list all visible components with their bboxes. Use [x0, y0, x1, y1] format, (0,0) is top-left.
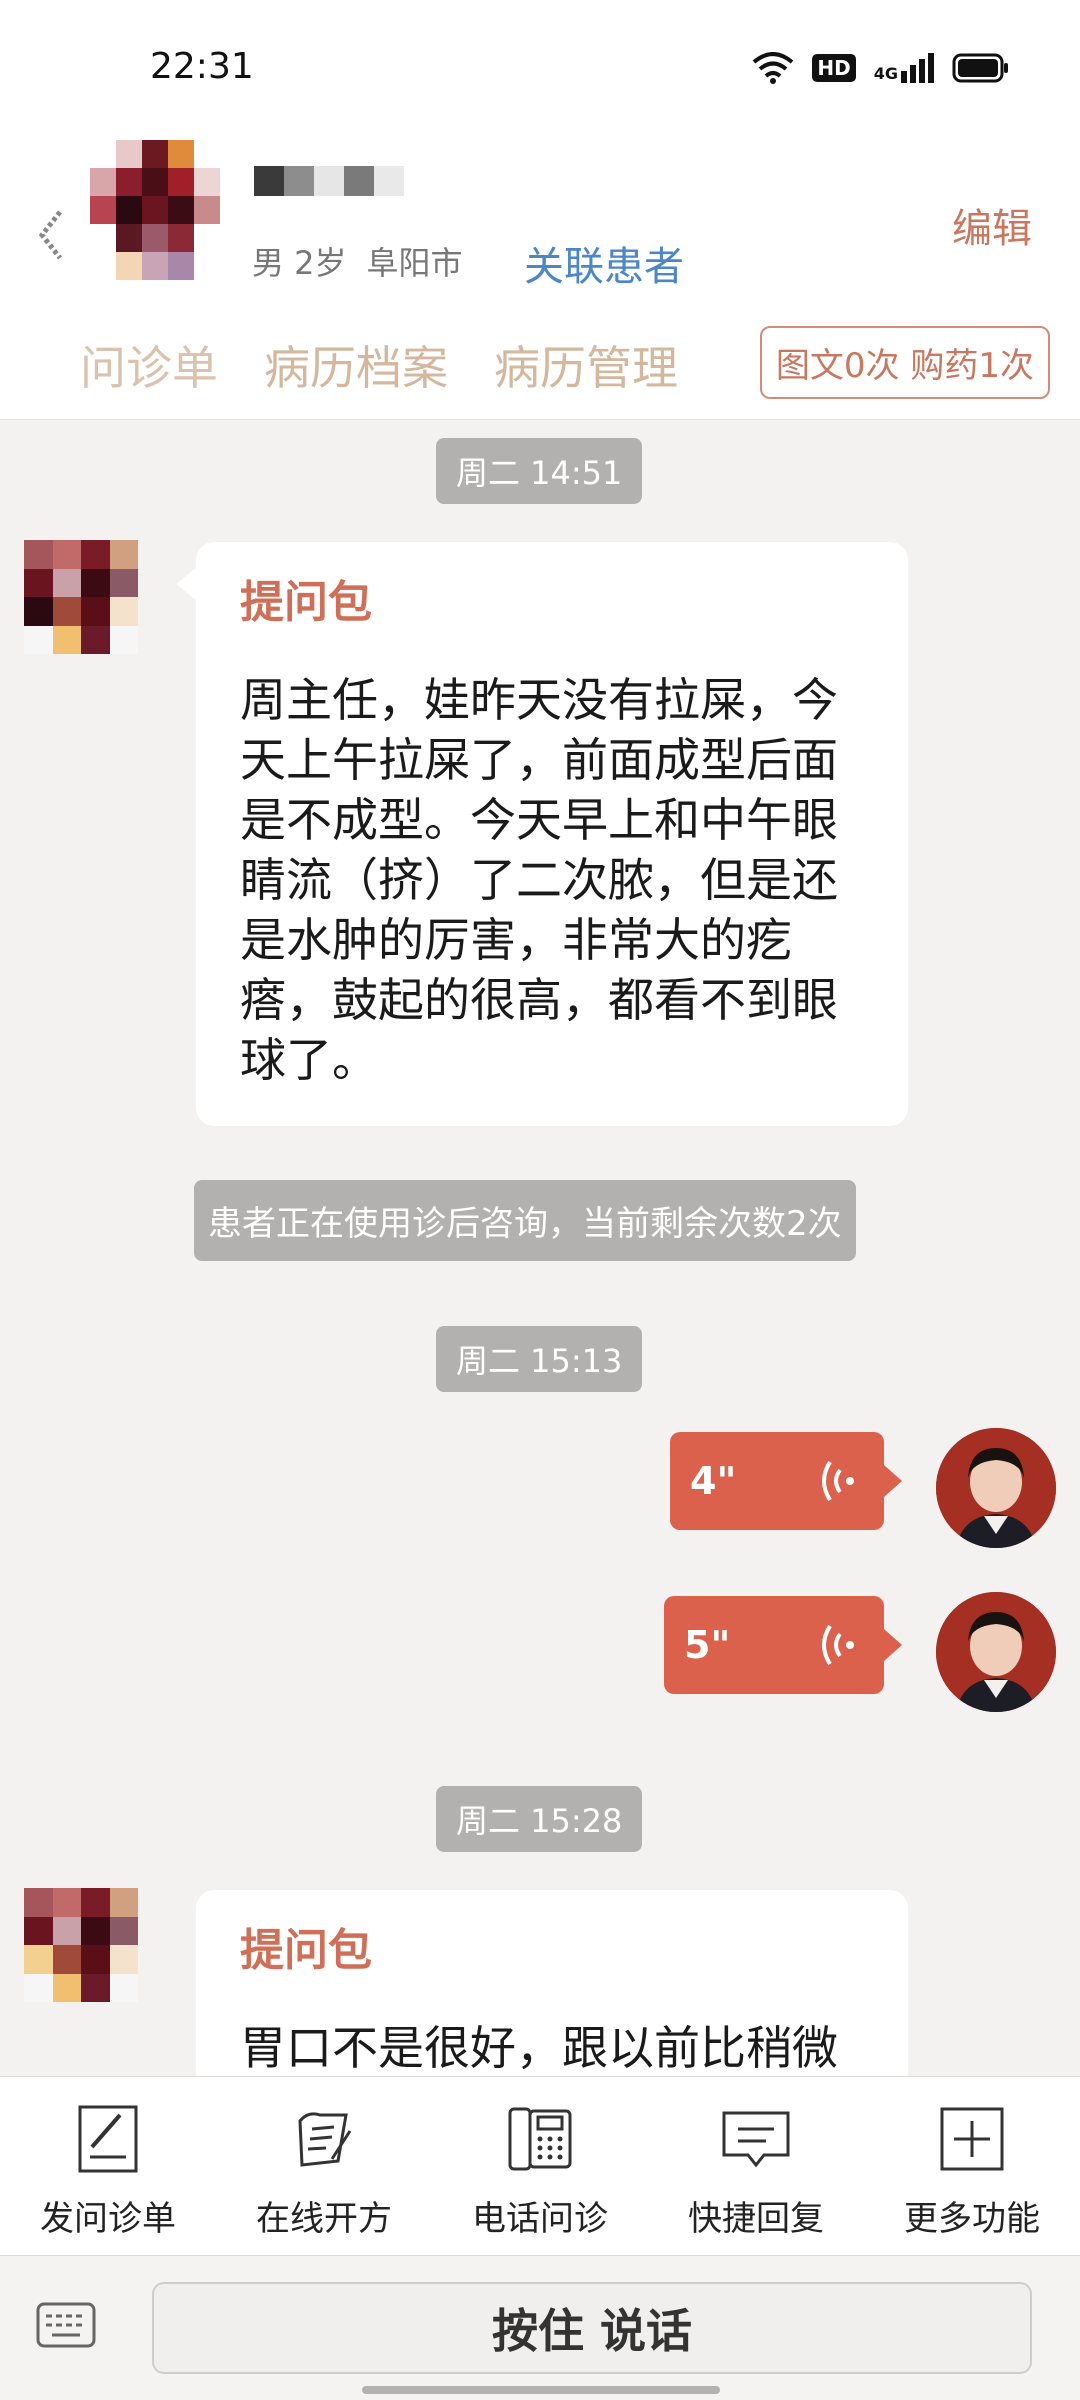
quick-reply-button[interactable]: 快捷回复: [648, 2077, 864, 2255]
voice-wave-icon: [822, 1460, 854, 1502]
keyboard-icon[interactable]: [36, 2302, 96, 2348]
doctor-avatar[interactable]: [936, 1428, 1056, 1548]
tool-label: 在线开方: [256, 2199, 392, 2239]
voice-duration: 4": [690, 1459, 737, 1503]
header-tabs: 问诊单 病历档案 病历管理: [80, 332, 678, 398]
more-functions-button[interactable]: 更多功能: [864, 2077, 1080, 2255]
home-indicator[interactable]: [362, 2386, 720, 2394]
tool-label: 发问诊单: [40, 2199, 176, 2239]
patient-meta: 男 2岁 阜阳市: [252, 238, 463, 284]
timestamp-1: 周二 14:51: [436, 438, 643, 504]
patient-city: 阜阳市: [366, 244, 463, 282]
form-pen-icon: [78, 2105, 138, 2173]
message-text: 周主任，娃昨天没有拉屎，今天上午拉屎了，前面成型后面是不成型。今天早上和中午眼睛…: [240, 673, 838, 1087]
network-label: 4G: [873, 64, 898, 83]
back-arrow-icon[interactable]: [36, 200, 68, 270]
timestamp-3: 周二 15:28: [436, 1786, 643, 1852]
phone-consult-button[interactable]: 电话问诊: [432, 2077, 648, 2255]
patient-gender-age: 男 2岁: [252, 244, 347, 282]
message-bubble[interactable]: 提问包 周主任，娃昨天没有拉屎，今天上午拉屎了，前面成型后面是不成型。今天早上和…: [176, 542, 908, 1126]
status-time: 22:31: [150, 46, 254, 87]
status-bar: 22:31 HD 4G: [0, 0, 1080, 140]
tool-label: 更多功能: [904, 2199, 1040, 2239]
voice-duration: 5": [684, 1623, 731, 1667]
quota-badge[interactable]: 图文0次 购药1次: [759, 326, 1050, 399]
tool-label: 电话问诊: [472, 2199, 608, 2239]
prescription-icon: [298, 2112, 352, 2167]
voice-message[interactable]: 4": [670, 1432, 902, 1530]
system-notice: 患者正在使用诊后咨询，当前剩余次数2次: [194, 1180, 856, 1261]
message-text: 胃口不是很好，跟以前比稍微: [240, 2021, 838, 2075]
hd-badge: HD: [812, 54, 856, 82]
message-bubble[interactable]: 提问包 胃口不是很好，跟以前比稍微: [196, 1890, 908, 2076]
edit-button[interactable]: 编辑: [952, 196, 1032, 254]
sender-avatar[interactable]: [24, 540, 138, 654]
message-title: 提问包: [240, 577, 372, 628]
wifi-icon: [753, 52, 794, 84]
doctor-photo-icon: [936, 1592, 1056, 1712]
tab-record-management[interactable]: 病历管理: [494, 332, 678, 398]
hold-to-talk-button[interactable]: 按住 说话: [152, 2282, 1032, 2374]
send-inquiry-form-button[interactable]: 发问诊单: [0, 2077, 216, 2255]
tab-medical-record[interactable]: 病历档案: [264, 332, 448, 398]
status-icons: HD 4G: [752, 52, 1010, 84]
voice-wave-icon: [822, 1624, 854, 1666]
doctor-photo-icon: [936, 1428, 1056, 1548]
function-toolbar: 发问诊单 在线开方 电话问诊 快捷回复 更多功能: [0, 2076, 1080, 2256]
input-bar: 按住 说话: [0, 2256, 1080, 2400]
timestamp-2: 周二 15:13: [436, 1326, 643, 1392]
battery-icon: [952, 53, 1008, 83]
voice-message[interactable]: 5": [664, 1596, 902, 1694]
patient-name-blurred: [254, 166, 404, 196]
patient-avatar[interactable]: [90, 140, 220, 280]
doctor-avatar[interactable]: [936, 1592, 1056, 1712]
link-patient-button[interactable]: 关联患者: [524, 234, 684, 292]
tab-inquiry-form[interactable]: 问诊单: [80, 332, 218, 398]
sender-avatar[interactable]: [24, 1888, 138, 2002]
online-prescription-button[interactable]: 在线开方: [216, 2077, 432, 2255]
message-title: 提问包: [240, 1925, 372, 1976]
phone-icon: [508, 2107, 572, 2171]
chat-bubble-icon: [722, 2111, 790, 2168]
patient-header: 男 2岁 阜阳市 关联患者 编辑 问诊单 病历档案 病历管理 图文0次 购药1次: [0, 140, 1080, 420]
signal-icon: 4G: [874, 53, 934, 83]
plus-icon: [940, 2107, 1004, 2171]
tool-label: 快捷回复: [688, 2199, 824, 2239]
